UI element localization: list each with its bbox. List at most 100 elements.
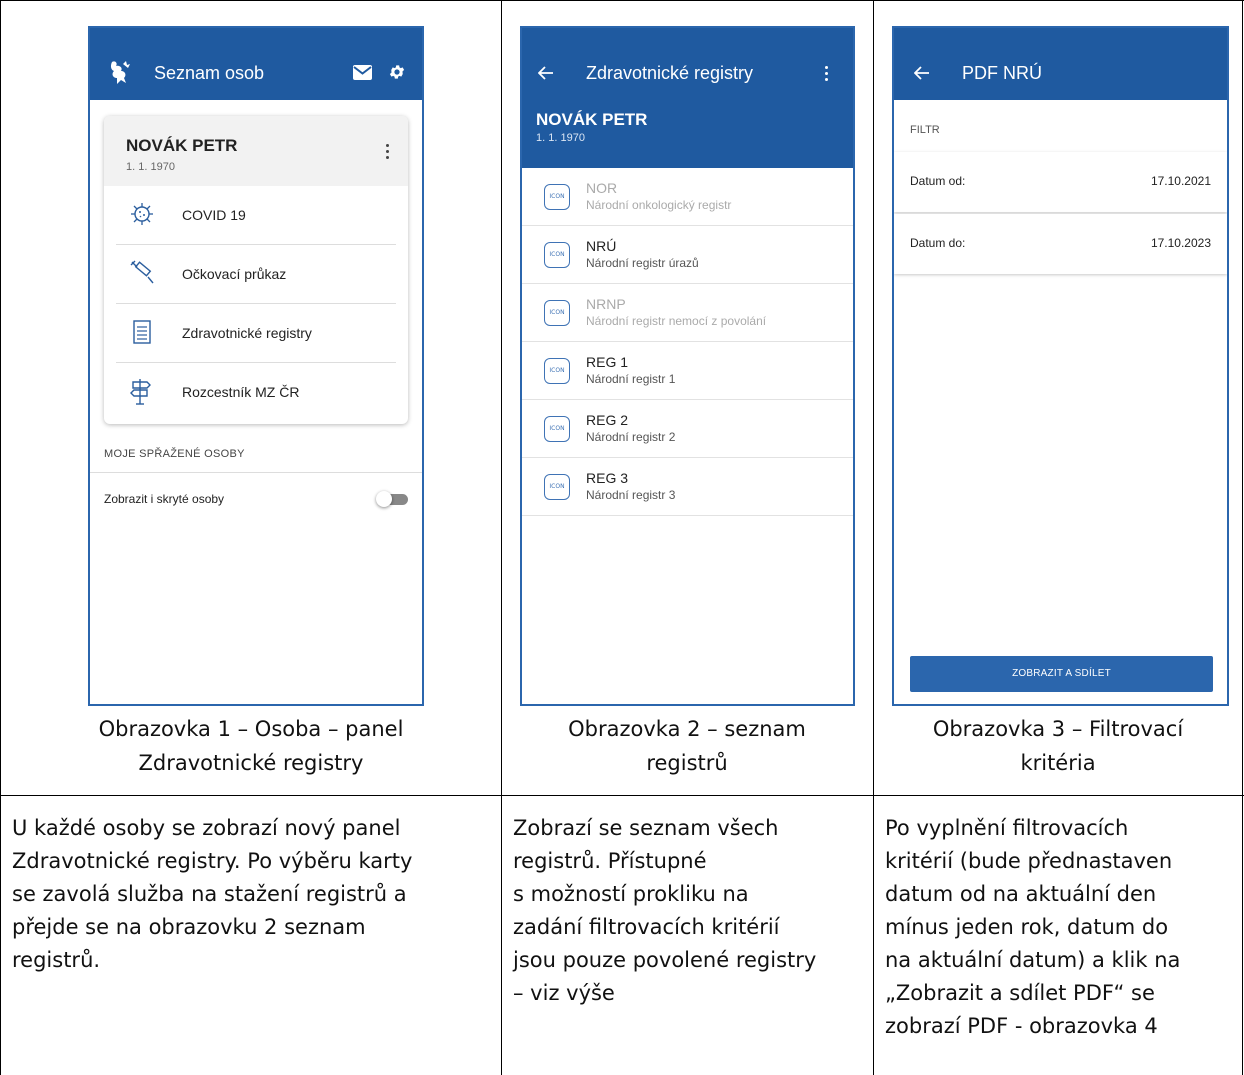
menu-item-label: Rozcestník MZ ČR: [182, 384, 300, 400]
registry-code: NOR: [586, 180, 618, 196]
description-line: Zobrazí se seznam všech: [513, 816, 779, 840]
more-options-icon[interactable]: [386, 144, 390, 162]
caption-screen-1: Obrazovka 1 – Osoba – panel Zdravotnické…: [2, 712, 500, 780]
registry-name: Národní registr 1: [586, 372, 676, 386]
registry-name: Národní onkologický registr: [586, 198, 732, 212]
caption-screen-3: Obrazovka 3 – Filtrovací kritéria: [874, 712, 1242, 780]
description-line: s možností prokliku na: [513, 882, 749, 906]
table-column-divider: [873, 0, 874, 1075]
gear-icon[interactable]: [388, 63, 406, 81]
show-hidden-toggle[interactable]: [376, 491, 408, 507]
menu-item-signpost[interactable]: Rozcestník MZ ČR: [116, 363, 396, 422]
menu-item-label: COVID 19: [182, 207, 246, 223]
description-line: Po vyplnění filtrovacích: [885, 816, 1129, 840]
app-bar-title: PDF NRÚ: [962, 63, 1042, 83]
filter-section-label: FILTR: [910, 124, 940, 136]
table-row-divider: [0, 795, 1244, 796]
person-name: NOVÁK PETR: [536, 110, 648, 129]
person-birth-date: 1. 1. 1970: [536, 132, 585, 144]
phone-screen-2: Zdravotnické registry NOVÁK PETR 1. 1. 1…: [520, 26, 855, 706]
syringe-icon: [130, 260, 154, 284]
person-card-header: NOVÁK PETR 1. 1. 1970: [104, 116, 408, 186]
caption-line: registrů: [646, 751, 728, 775]
registry-code: NRNP: [586, 296, 626, 312]
description-line: datum od na aktuální den: [885, 882, 1157, 906]
registry-name: Národní registr 3: [586, 488, 676, 502]
date-from-label: Datum od:: [910, 174, 966, 188]
registry-name: Národní registr úrazů: [586, 256, 699, 270]
caption-line: Zdravotnické registry: [138, 751, 364, 775]
description-line: se zavolá služba na stažení registrů a: [12, 882, 407, 906]
registry-name: Národní registr nemocí z povolání: [586, 314, 767, 328]
document-icon: [133, 320, 151, 344]
description-line: – viz výše: [513, 981, 615, 1005]
app-bar-title: Seznam osob: [154, 63, 265, 83]
registry-code: REG 1: [586, 354, 629, 370]
caption-screen-2: Obrazovka 2 – seznam registrů: [502, 712, 872, 780]
date-from-value: 17.10.2021: [1150, 174, 1211, 188]
divider: [90, 472, 422, 473]
description-line: „Zobrazit a sdílet PDF“ se: [885, 981, 1155, 1005]
description-line: registrů.: [12, 948, 101, 972]
person-card: NOVÁK PETR 1. 1. 1970 COVID 19 Očkovací …: [104, 116, 408, 424]
back-arrow-icon[interactable]: [914, 65, 930, 81]
description-line: na aktuální datum) a klik na: [885, 948, 1181, 972]
registry-placeholder-icon: ICON: [544, 242, 570, 268]
date-to-field[interactable]: Datum do: 17.10.2023: [894, 214, 1227, 274]
description-screen-3: Po vyplnění filtrovacích kritérií (bude …: [885, 812, 1240, 1043]
description-screen-2: Zobrazí se seznam všech registrů. Přístu…: [513, 812, 871, 1010]
description-line: zadání filtrovacích kritérií: [513, 915, 780, 939]
app-bar: Zdravotnické registry NOVÁK PETR 1. 1. 1…: [522, 28, 853, 168]
registry-code: REG 2: [586, 412, 629, 428]
back-arrow-icon[interactable]: [538, 65, 554, 81]
description-line: Zdravotnické registry. Po výběru karty: [12, 849, 413, 873]
caption-line: Obrazovka 2 – seznam: [568, 717, 806, 741]
description-screen-1: U každé osoby se zobrazí nový panel Zdra…: [12, 812, 497, 977]
registry-row-reg1[interactable]: ICON REG 1 Národní registr 1: [522, 342, 853, 400]
mail-icon[interactable]: [353, 65, 372, 80]
more-options-icon[interactable]: [825, 66, 829, 84]
app-bar-title: Zdravotnické registry: [586, 63, 754, 83]
description-line: kritérií (bude přednastaven: [885, 849, 1173, 873]
registry-row-nru[interactable]: ICON NRÚ Národní registr úrazů: [522, 226, 853, 284]
description-line: registrů. Přístupné: [513, 849, 707, 873]
coat-of-arms-icon: [110, 61, 130, 84]
person-name: NOVÁK PETR: [126, 136, 238, 155]
registry-row-nrnp: ICON NRNP Národní registr nemocí z povol…: [522, 284, 853, 342]
menu-item-label: Očkovací průkaz: [182, 266, 287, 282]
date-from-field[interactable]: Datum od: 17.10.2021: [894, 152, 1227, 212]
caption-line: Obrazovka 3 – Filtrovací: [932, 717, 1184, 741]
description-line: mínus jeden rok, datum do: [885, 915, 1169, 939]
app-bar: Seznam osob: [90, 28, 422, 100]
date-to-value: 17.10.2023: [1150, 236, 1211, 250]
toggle-label: Zobrazit i skryté osoby: [104, 492, 225, 506]
registry-placeholder-icon: ICON: [544, 184, 570, 210]
description-line: U každé osoby se zobrazí nový panel: [12, 816, 401, 840]
description-line: jsou pouze povolené registry: [513, 948, 817, 972]
signpost-icon: [130, 379, 151, 405]
registry-row-reg2[interactable]: ICON REG 2 Národní registr 2: [522, 400, 853, 458]
app-bar: PDF NRÚ: [894, 28, 1227, 100]
table-border-right: [1242, 0, 1243, 1075]
registry-row-nor: ICON NOR Národní onkologický registr: [522, 168, 853, 226]
caption-line: kritéria: [1020, 751, 1096, 775]
toggle-knob: [376, 491, 392, 507]
show-and-share-button[interactable]: ZOBRAZIT A SDÍLET: [910, 656, 1213, 692]
description-line: přejde se na obrazovku 2 seznam: [12, 915, 366, 939]
registry-code: REG 3: [586, 470, 629, 486]
description-line: zobrazí PDF - obrazovka 4: [885, 1014, 1158, 1038]
caption-line: Obrazovka 1 – Osoba – panel: [98, 717, 404, 741]
registry-code: NRÚ: [586, 238, 617, 254]
phone-screen-1: Seznam osob NOVÁK PETR 1. 1. 1970 COVID …: [88, 26, 424, 706]
table-border-top: [0, 0, 1244, 1]
menu-item-health-registries[interactable]: Zdravotnické registry: [116, 304, 396, 363]
table-column-divider: [501, 0, 502, 1075]
registry-row-reg3[interactable]: ICON REG 3 Národní registr 3: [522, 458, 853, 516]
registry-placeholder-icon: ICON: [544, 474, 570, 500]
document-page: Seznam osob NOVÁK PETR 1. 1. 1970 COVID …: [0, 0, 1244, 1075]
registry-placeholder-icon: ICON: [544, 300, 570, 326]
person-birth-date: 1. 1. 1970: [126, 161, 175, 173]
phone-screen-3: PDF NRÚ FILTR Datum od: 17.10.2021 Datum…: [892, 26, 1229, 706]
menu-item-covid[interactable]: COVID 19: [116, 186, 396, 245]
menu-item-vaccination-card[interactable]: Očkovací průkaz: [116, 245, 396, 304]
